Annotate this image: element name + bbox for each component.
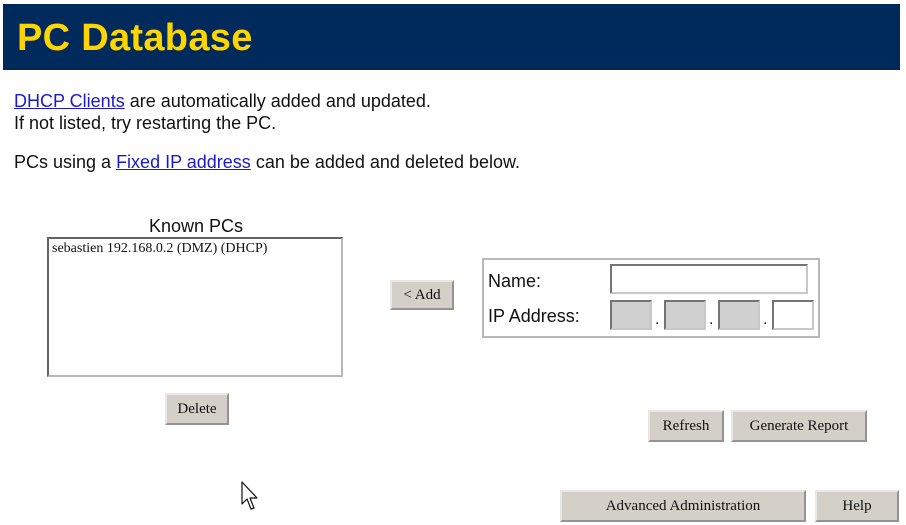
list-item[interactable]: sebastien 192.168.0.2 (DMZ) (DHCP) [49,239,341,258]
dhcp-info-text: are automatically added and updated. [124,91,431,111]
name-input[interactable] [610,264,808,294]
ip-octet-4-field[interactable] [772,300,814,330]
page-title: PC Database [17,17,253,59]
known-pcs-title: Known PCs [148,216,244,236]
fixed-ip-prefix: PCs using a [14,152,117,172]
page-header: PC Database [3,4,900,70]
fixed-ip-form: Name: IP Address: . . . [482,258,820,338]
advanced-administration-button[interactable]: Advanced Administration [560,490,806,522]
ip-octet-1-field[interactable] [610,300,652,330]
fixed-ip-info-line: PCs using a Fixed IP address can be adde… [14,152,520,172]
fixed-ip-suffix: can be added and deleted below. [250,152,521,172]
generate-report-button[interactable]: Generate Report [731,410,867,442]
help-button[interactable]: Help [815,490,899,522]
restart-hint: If not listed, try restarting the PC. [14,113,277,133]
dhcp-info-line: DHCP Clients are automatically added and… [14,91,431,111]
ip-octet-2-field[interactable] [664,300,706,330]
name-label: Name: [488,271,542,291]
known-pcs-listbox[interactable]: sebastien 192.168.0.2 (DMZ) (DHCP) [47,237,343,377]
ip-separator: . [709,311,714,328]
add-button[interactable]: < Add [390,280,454,310]
delete-button[interactable]: Delete [165,393,229,425]
mouse-pointer-icon [241,481,258,510]
dhcp-clients-link[interactable]: DHCP Clients [14,91,125,111]
refresh-button[interactable]: Refresh [648,410,724,442]
ip-octet-3-field[interactable] [718,300,760,330]
ip-address-label: IP Address: [488,306,580,326]
ip-separator: . [655,311,660,328]
ip-separator: . [763,311,768,328]
fixed-ip-address-link[interactable]: Fixed IP address [116,152,251,172]
